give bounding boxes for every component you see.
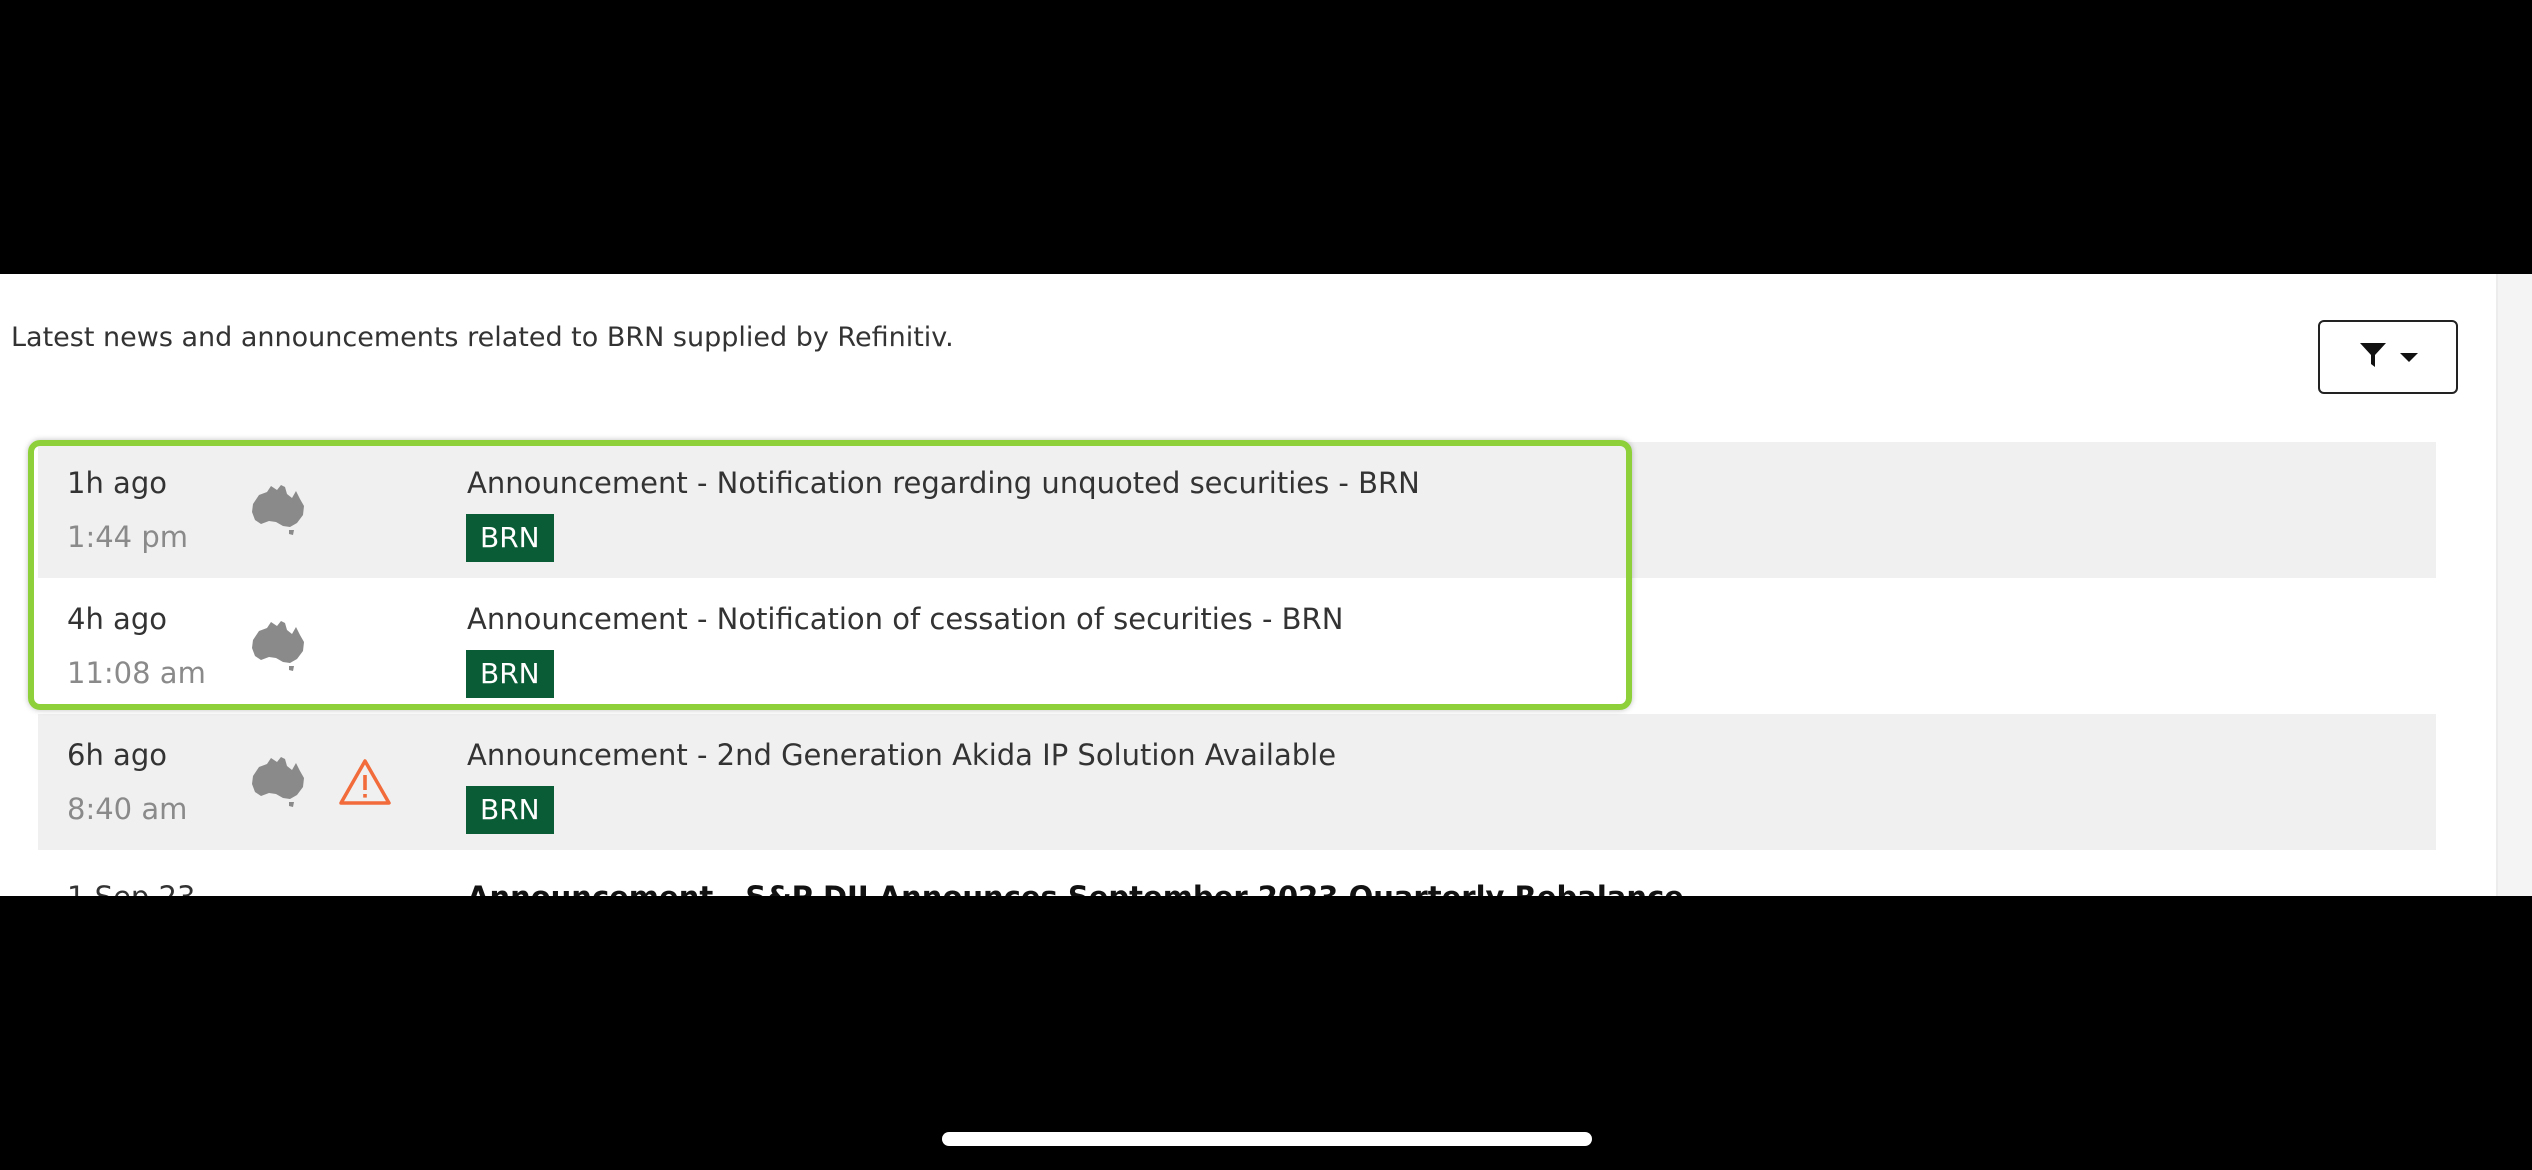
- scrollbar[interactable]: [2496, 274, 2532, 896]
- ticker-tag[interactable]: BRN: [466, 786, 554, 834]
- highlight-box: [28, 440, 1632, 710]
- australia-map-icon: [250, 754, 306, 812]
- news-panel: Latest news and announcements related to…: [0, 274, 2532, 896]
- filter-funnel-icon: [2358, 340, 2388, 374]
- time-of-day: 8:40 am: [67, 792, 188, 826]
- news-row[interactable]: 1 Sep 23 Announcement - S&P DJI Announce…: [38, 880, 2436, 896]
- caret-down-icon: [2400, 352, 2418, 362]
- announcement-title-link[interactable]: Announcement - S&P DJI Announces Septemb…: [467, 880, 1684, 896]
- intro-text: Latest news and announcements related to…: [11, 322, 954, 353]
- filter-dropdown-button[interactable]: [2318, 320, 2458, 394]
- relative-time: 6h ago: [67, 738, 167, 772]
- announcement-title-link[interactable]: Announcement - 2nd Generation Akida IP S…: [467, 738, 1336, 772]
- relative-time: 1 Sep 23: [67, 880, 195, 896]
- home-indicator[interactable]: [942, 1132, 1592, 1146]
- news-row[interactable]: 6h ago 8:40 am Announcement - 2nd Genera…: [38, 714, 2436, 850]
- warning-triangle-icon: [338, 758, 392, 810]
